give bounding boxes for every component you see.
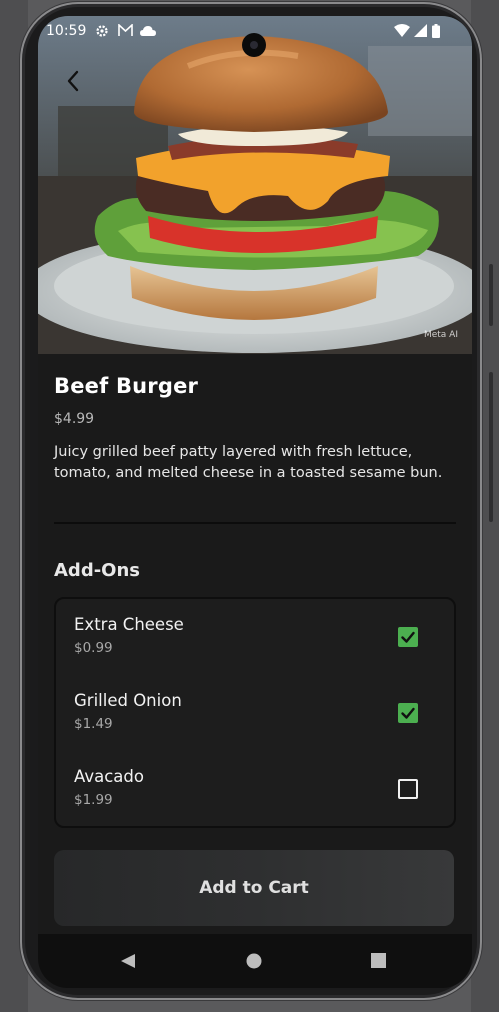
- recents-square-icon[interactable]: [371, 953, 386, 968]
- settings-icon: [96, 25, 108, 37]
- addon-checkbox[interactable]: [398, 703, 418, 723]
- home-circle-icon[interactable]: [246, 953, 262, 969]
- addons-list: Extra Cheese $0.99 Grilled Onion $1.49 A…: [54, 597, 456, 828]
- addon-price: $1.49: [74, 716, 113, 732]
- battery-icon: [432, 24, 440, 38]
- addons-heading: Add-Ons: [54, 560, 141, 581]
- signal-icon: [414, 24, 427, 37]
- back-triangle-icon[interactable]: [120, 953, 136, 969]
- mail-icon: [118, 24, 133, 36]
- addon-checkbox[interactable]: [398, 627, 418, 647]
- app-screen: Meta AI 10:59 Beef Burger $4.99 Juicy gr…: [38, 16, 472, 988]
- addon-item-extra-cheese[interactable]: Extra Cheese $0.99: [56, 599, 454, 675]
- addon-checkbox[interactable]: [398, 779, 418, 799]
- volume-button: [489, 372, 493, 522]
- addon-price: $1.99: [74, 792, 113, 808]
- add-to-cart-button[interactable]: Add to Cart: [54, 850, 454, 926]
- product-title: Beef Burger: [54, 374, 199, 398]
- burger-image: [38, 16, 472, 354]
- status-time: 10:59: [46, 23, 87, 39]
- arrow-back-icon: [67, 70, 79, 92]
- product-price: $4.99: [54, 411, 95, 427]
- wifi-icon: [394, 24, 410, 37]
- checkmark-icon: [401, 707, 415, 719]
- checkmark-icon: [401, 631, 415, 643]
- addon-price: $0.99: [74, 640, 113, 656]
- product-description: Juicy grilled beef patty layered with fr…: [54, 444, 443, 481]
- section-divider: [54, 522, 456, 524]
- watermark-text: Meta AI: [423, 330, 458, 340]
- product-details: Beef Burger $4.99 Juicy grilled beef pat…: [38, 354, 472, 934]
- power-button: [489, 264, 493, 326]
- back-button[interactable]: [62, 68, 86, 94]
- addon-name: Avacado: [74, 767, 144, 786]
- navigation-bar: [38, 934, 472, 988]
- cloud-icon: [140, 26, 156, 36]
- addon-name: Extra Cheese: [74, 615, 184, 634]
- addon-item-avacado[interactable]: Avacado $1.99: [56, 751, 454, 827]
- front-camera: [242, 33, 266, 57]
- addon-item-grilled-onion[interactable]: Grilled Onion $1.49: [56, 675, 454, 751]
- addon-name: Grilled Onion: [74, 691, 182, 710]
